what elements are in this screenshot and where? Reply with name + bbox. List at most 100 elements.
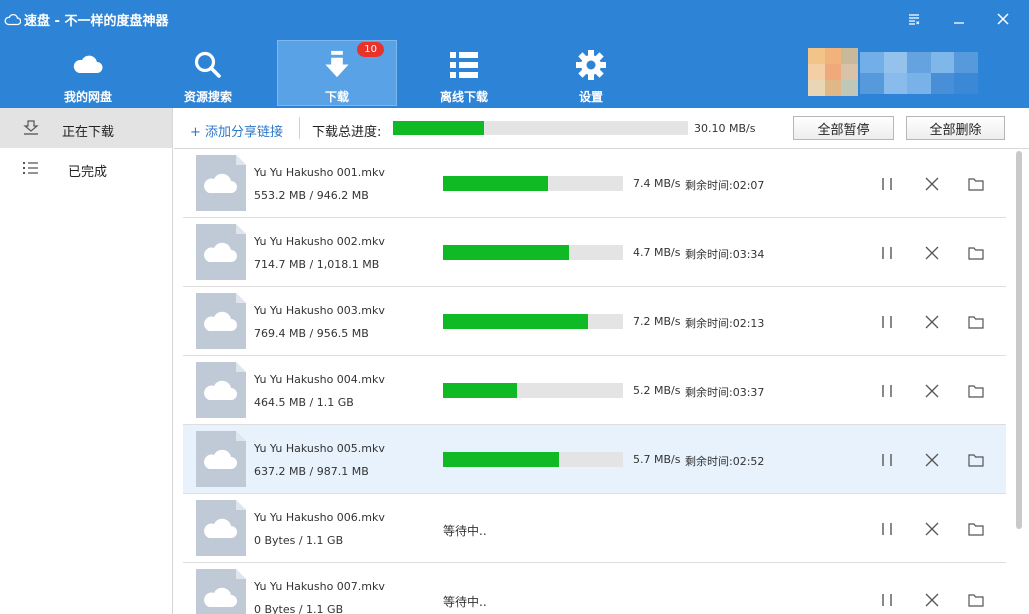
pause-icon [882,594,892,606]
title-bar[interactable]: 速盘 - 不一样的度盘神器 [0,0,1029,36]
folder-icon [968,594,984,607]
list-scrollbar[interactable] [1014,149,1024,614]
add-share-link[interactable]: + 添加分享链接 [190,121,283,140]
open-folder-button[interactable] [966,450,986,470]
avatar[interactable] [808,48,858,96]
open-folder-button[interactable] [966,519,986,539]
total-speed: 30.10 MB/s [694,122,756,135]
download-count-badge: 10 [357,42,384,57]
cancel-button[interactable] [922,312,942,332]
file-progress-fill [443,314,588,329]
download-tray-icon [23,120,39,135]
pause-button[interactable] [877,450,897,470]
close-icon [925,522,939,536]
file-size: 0 Bytes / 1.1 GB [254,534,344,547]
pause-icon [882,178,892,190]
download-speed: 5.7 MB/s [633,453,681,466]
open-folder-button[interactable] [966,381,986,401]
file-name: Yu Yu Hakusho 006.mkv [254,511,385,524]
download-row[interactable]: Yu Yu Hakusho 004.mkv 464.5 MB / 1.1 GB … [183,356,1006,425]
list-icon [23,162,38,174]
time-remaining: 剩余时间:03:34 [685,248,765,261]
open-folder-button[interactable] [966,590,986,610]
pause-button[interactable] [877,590,897,610]
close-icon [997,13,1009,25]
open-folder-button[interactable] [966,312,986,332]
file-progress-fill [443,383,518,398]
close-icon [925,593,939,607]
scrollbar-thumb[interactable] [1016,151,1022,529]
search-icon [194,51,221,78]
file-cloud-icon [196,155,246,211]
pause-icon [882,247,892,259]
open-folder-button[interactable] [966,174,986,194]
nav-resource-search[interactable]: 资源搜索 [148,40,268,106]
pause-button[interactable] [877,519,897,539]
file-size: 464.5 MB / 1.1 GB [254,396,354,409]
download-toolbar: + 添加分享链接 下载总进度: 30.10 MB/s 全部暂停 全部删除 [174,108,1029,149]
cancel-button[interactable] [922,381,942,401]
cancel-button[interactable] [922,243,942,263]
download-speed: 7.4 MB/s [633,177,681,190]
sidebar: 正在下载 已完成 [0,108,173,614]
username-blurred[interactable] [860,52,978,94]
app-title: 速盘 - 不一样的度盘神器 [4,10,168,29]
download-row[interactable]: Yu Yu Hakusho 001.mkv 553.2 MB / 946.2 M… [183,149,1006,218]
pause-icon [882,523,892,535]
minimize-button[interactable] [948,8,970,30]
file-progress-bar [443,176,623,191]
nav-label: 我的网盘 [63,90,112,104]
folder-icon [968,316,984,329]
file-size: 714.7 MB / 1,018.1 MB [254,258,380,271]
file-cloud-icon [196,431,246,487]
close-icon [925,315,939,329]
file-progress-bar [443,245,623,260]
app-title-text: 速盘 - 不一样的度盘神器 [24,14,169,29]
menu-button[interactable] [903,8,925,30]
file-progress-fill [443,176,549,191]
folder-icon [968,523,984,536]
download-row[interactable]: Yu Yu Hakusho 003.mkv 769.4 MB / 956.5 M… [183,287,1006,356]
download-row[interactable]: Yu Yu Hakusho 005.mkv 637.2 MB / 987.1 M… [183,425,1006,494]
waiting-status: 等待中.. [443,595,487,609]
cancel-button[interactable] [922,590,942,610]
delete-all-button[interactable]: 全部删除 [906,116,1005,140]
time-remaining: 剩余时间:03:37 [685,386,765,399]
cancel-button[interactable] [922,174,942,194]
nav-download[interactable]: 下载 10 [277,40,397,106]
menu-list-icon [909,14,920,25]
pause-button[interactable] [877,381,897,401]
cancel-button[interactable] [922,450,942,470]
pause-button[interactable] [877,243,897,263]
total-progress-label: 下载总进度: [312,125,382,140]
close-window-button[interactable] [992,8,1014,30]
open-folder-button[interactable] [966,243,986,263]
file-cloud-icon [196,569,246,614]
pause-icon [882,454,892,466]
pause-icon [882,316,892,328]
nav-offline-download[interactable]: 离线下载 [404,40,524,106]
file-name: Yu Yu Hakusho 007.mkv [254,580,385,593]
sidebar-item-downloading[interactable]: 正在下载 [0,108,172,148]
pause-button[interactable] [877,312,897,332]
total-progress-bar [393,121,688,135]
nav-my-disk[interactable]: 我的网盘 [28,40,148,106]
download-row[interactable]: Yu Yu Hakusho 006.mkv 0 Bytes / 1.1 GB 等… [183,494,1006,563]
sidebar-item-label: 正在下载 [62,125,115,140]
nav-settings[interactable]: 设置 [531,40,651,106]
close-icon [925,453,939,467]
pause-button[interactable] [877,174,897,194]
total-progress-fill [393,121,485,135]
pause-all-button[interactable]: 全部暂停 [793,116,894,140]
file-cloud-icon [196,500,246,556]
file-name: Yu Yu Hakusho 005.mkv [254,442,385,455]
download-speed: 7.2 MB/s [633,315,681,328]
download-speed: 4.7 MB/s [633,246,681,259]
download-row[interactable]: Yu Yu Hakusho 002.mkv 714.7 MB / 1,018.1… [183,218,1006,287]
file-size: 637.2 MB / 987.1 MB [254,465,369,478]
folder-icon [968,247,984,260]
close-icon [925,246,939,260]
cancel-button[interactable] [922,519,942,539]
download-row[interactable]: Yu Yu Hakusho 007.mkv 0 Bytes / 1.1 GB 等… [183,563,1006,614]
sidebar-item-completed[interactable]: 已完成 [0,148,172,188]
